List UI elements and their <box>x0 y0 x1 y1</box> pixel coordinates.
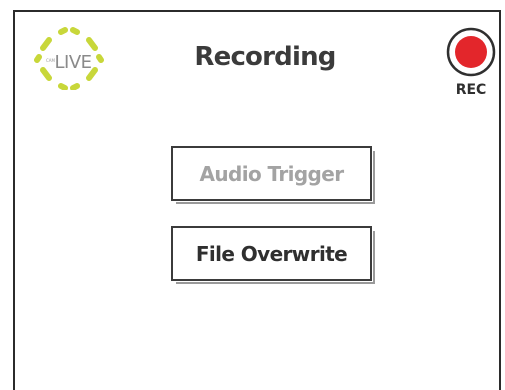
file-overwrite-button[interactable]: File Overwrite <box>171 226 375 284</box>
record-button[interactable]: REC <box>443 26 499 106</box>
recording-screen: CAM LIVE Recording REC Audio Trigger Fil… <box>13 10 501 390</box>
live-logo: CAM LIVE <box>33 26 113 90</box>
logo-text: LIVE <box>54 52 92 73</box>
page-title: Recording <box>194 42 336 72</box>
audio-trigger-button[interactable]: Audio Trigger <box>171 146 375 204</box>
record-icon <box>443 26 499 78</box>
record-label: REC <box>455 82 487 98</box>
